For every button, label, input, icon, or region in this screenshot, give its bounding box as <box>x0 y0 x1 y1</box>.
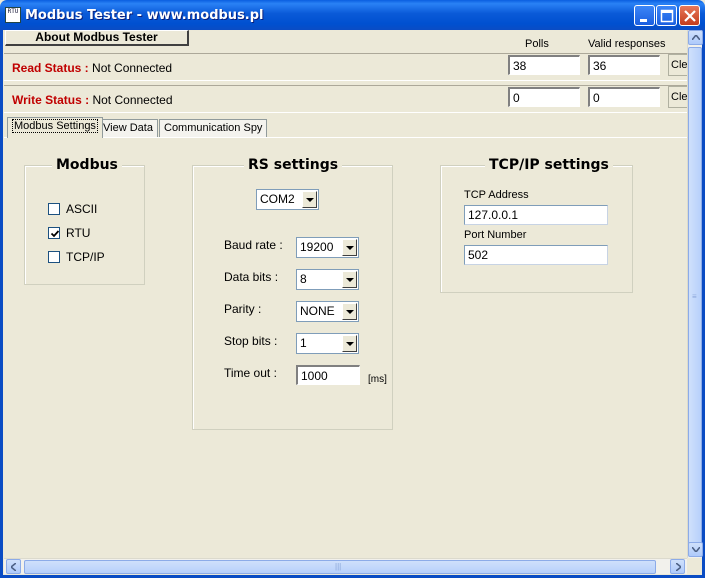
vertical-scrollbar[interactable]: ≡ <box>687 30 703 558</box>
ascii-label: ASCII <box>66 202 98 216</box>
tab-communication-spy-label: Communication Spy <box>164 122 263 134</box>
com-port-select[interactable]: COM2 <box>256 189 319 210</box>
valid-responses-header: Valid responses <box>588 38 666 50</box>
port-number-label: Port Number <box>464 229 527 241</box>
scroll-up-button[interactable] <box>688 30 703 45</box>
com-port-value: COM2 <box>260 192 295 206</box>
read-clear-button[interactable]: Cle <box>668 54 688 76</box>
horizontal-scrollbar[interactable]: ||| <box>4 558 687 574</box>
rtu-label: RTU <box>66 226 91 240</box>
port-number-field[interactable]: 502 <box>464 245 608 265</box>
baud-rate-value: 19200 <box>300 240 334 254</box>
rs-settings-title: RS settings <box>244 157 343 173</box>
maximize-button[interactable] <box>656 5 677 26</box>
parity-select[interactable]: NONE <box>296 301 359 322</box>
stop-bits-value: 1 <box>300 336 307 350</box>
parity-value: NONE <box>300 304 335 318</box>
write-polls-field[interactable]: 0 <box>508 87 580 107</box>
write-status: Write Status : Not Connected <box>12 93 173 107</box>
tab-communication-spy[interactable]: Communication Spy <box>159 119 268 138</box>
close-icon <box>684 10 696 22</box>
write-status-label: Write Status : <box>12 93 90 107</box>
tcp-address-label: TCP Address <box>464 189 529 201</box>
baud-rate-select[interactable]: 19200 <box>296 237 359 258</box>
baud-rate-label: Baud rate : <box>224 238 283 252</box>
horizontal-scroll-thumb[interactable]: ||| <box>24 560 656 574</box>
chevron-down-icon <box>342 303 357 320</box>
chevron-down-icon <box>342 335 357 352</box>
about-button[interactable]: About Modbus Tester <box>5 30 189 46</box>
app-icon: RTU <box>5 7 21 23</box>
polls-header: Polls <box>525 38 549 50</box>
modbus-group-title: Modbus <box>52 157 122 173</box>
tab-view-data-label: View Data <box>103 122 153 134</box>
ascii-checkbox[interactable] <box>48 203 60 215</box>
tcpip-label: TCP/IP <box>66 250 105 264</box>
app-icon-text: RTU <box>7 8 19 15</box>
data-bits-value: 8 <box>300 272 307 286</box>
rtu-checkbox[interactable] <box>48 227 60 239</box>
timeout-field[interactable]: 1000 <box>296 365 360 385</box>
parity-label: Parity : <box>224 302 262 316</box>
modbus-group <box>24 165 145 285</box>
chevron-down-icon <box>302 191 317 208</box>
stop-bits-select[interactable]: 1 <box>296 333 359 354</box>
read-polls-field[interactable]: 38 <box>508 55 580 75</box>
write-clear-button[interactable]: Cle <box>668 86 688 108</box>
timeout-unit: [ms] <box>368 374 387 385</box>
read-status: Read Status : Not Connected <box>12 61 172 75</box>
close-button[interactable] <box>679 5 700 26</box>
minimize-icon <box>640 19 647 22</box>
tab-modbus-settings-label: Modbus Settings <box>12 119 98 133</box>
data-bits-label: Data bits : <box>224 270 279 284</box>
write-valid-field[interactable]: 0 <box>588 87 660 107</box>
read-valid-field[interactable]: 36 <box>588 55 660 75</box>
scroll-down-button[interactable] <box>688 542 703 557</box>
grip-icon: ≡ <box>692 292 697 301</box>
tcpip-checkbox[interactable] <box>48 251 60 263</box>
read-status-label: Read Status : <box>12 61 89 75</box>
data-bits-select[interactable]: 8 <box>296 269 359 290</box>
tab-divider <box>4 137 688 138</box>
tcpip-settings-title: TCP/IP settings <box>485 157 613 173</box>
window-title: Modbus Tester - www.modbus.pl <box>25 8 264 23</box>
scrollbar-corner <box>687 558 702 574</box>
chevron-down-icon <box>342 271 357 288</box>
stop-bits-label: Stop bits : <box>224 334 278 348</box>
chevron-left-icon <box>11 563 16 571</box>
chevron-right-icon <box>676 563 681 571</box>
scroll-right-button[interactable] <box>670 559 685 574</box>
chevron-up-icon <box>692 35 700 40</box>
minimize-button[interactable] <box>634 5 655 26</box>
timeout-label: Time out : <box>224 366 277 380</box>
window-frame-left <box>0 30 3 578</box>
write-status-value: Not Connected <box>92 93 173 107</box>
read-status-value: Not Connected <box>92 61 173 75</box>
maximize-icon <box>660 9 674 23</box>
checkmark-icon <box>50 230 60 238</box>
chevron-down-icon <box>692 547 700 552</box>
scroll-left-button[interactable] <box>6 559 21 574</box>
tcp-address-field[interactable]: 127.0.0.1 <box>464 205 608 225</box>
grip-icon: ||| <box>335 562 342 571</box>
chevron-down-icon <box>342 239 357 256</box>
tab-modbus-settings[interactable]: Modbus Settings <box>7 117 103 138</box>
tab-view-data[interactable]: View Data <box>98 119 158 138</box>
vertical-scroll-thumb[interactable]: ≡ <box>688 47 702 547</box>
